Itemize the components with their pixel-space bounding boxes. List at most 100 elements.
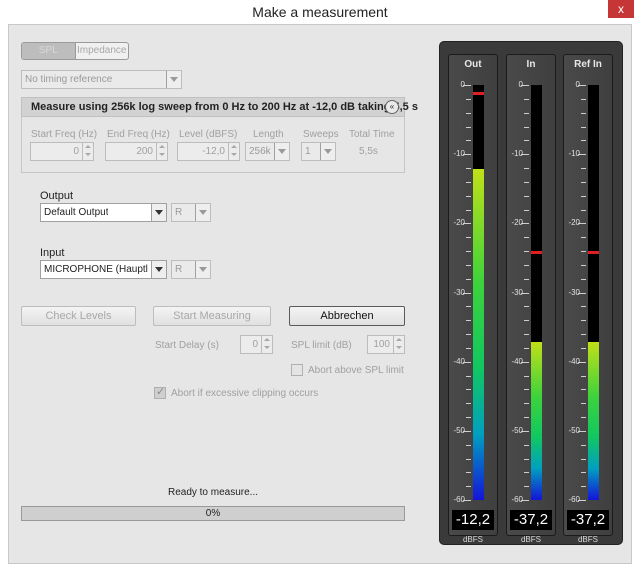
progress-bar: 0% (21, 506, 405, 521)
meter-tick (581, 320, 586, 322)
mode-impedance-option[interactable]: Impedance (76, 43, 129, 59)
meter-tick (581, 98, 586, 100)
abort-above-spl-checkbox[interactable] (291, 364, 303, 376)
level-input[interactable]: -12,0 (177, 142, 240, 161)
sweeps-label: Sweeps (303, 129, 339, 140)
meter-ref-in-readout: -37,2 (567, 510, 609, 530)
meter-scale: 0 -10 -20 -30 -40 -50 -60 (451, 79, 471, 510)
input-device-select[interactable]: MICROPHONE (Hauptlau... (40, 260, 167, 279)
mode-toggle[interactable]: SPL Impedance (21, 42, 129, 60)
peak-marker (588, 251, 599, 254)
start-freq-label: Start Freq (Hz) (31, 129, 98, 140)
end-freq-label: End Freq (Hz) (107, 129, 170, 140)
meter-tick (581, 375, 586, 377)
meter-tick-label: -40 (453, 356, 465, 366)
meter-tick (466, 278, 471, 280)
meter-tick (581, 306, 586, 308)
meter-tick (581, 458, 586, 460)
timing-reference-select[interactable]: No timing reference (21, 70, 182, 89)
meter-tick (524, 347, 529, 349)
progress-label: 0% (205, 508, 221, 519)
level-label: Level (dBFS) (179, 129, 238, 140)
meter-tick (581, 334, 586, 335)
output-channel-select[interactable]: R (171, 203, 211, 222)
output-channel-value: R (175, 207, 183, 218)
sweeps-select[interactable]: 1 (301, 142, 336, 161)
input-channel-select[interactable]: R (171, 260, 211, 279)
meter-tick (466, 237, 471, 239)
check-levels-button[interactable]: Check Levels (21, 306, 136, 326)
meter-fill (473, 169, 484, 500)
meter-tick-label: -60 (453, 495, 465, 504)
meter-tick (524, 209, 529, 211)
abort-clipping-checkbox[interactable] (154, 385, 166, 399)
start-freq-value: 0 (73, 146, 79, 157)
meter-out: Out 0 -10 -20 -30 -40 -50 -60 -12,2 dBFS (448, 54, 498, 544)
start-measuring-button[interactable]: Start Measuring (153, 306, 271, 326)
spinner-arrows-icon[interactable] (82, 143, 93, 160)
start-delay-input[interactable]: 0 (240, 335, 273, 354)
meter-tick (466, 181, 471, 183)
meter-tick (466, 334, 471, 335)
meter-tick (466, 126, 471, 128)
input-device-value: MICROPHONE (Hauptlau... (44, 264, 148, 275)
spl-limit-label: SPL limit (dB) (291, 340, 352, 351)
meter-tick-label: -30 (568, 287, 580, 297)
length-value: 256k (249, 146, 271, 157)
total-time-label: Total Time (349, 129, 395, 140)
spinner-arrows-icon[interactable] (156, 143, 167, 160)
meter-tick (524, 403, 529, 405)
meter-tick (466, 403, 471, 405)
meter-tick-label: 0 (575, 80, 580, 89)
peak-marker (473, 91, 484, 95)
title-bar: Make a measurement x (0, 0, 640, 24)
length-label: Length (253, 129, 284, 140)
meter-tick (581, 126, 586, 128)
meter-tick-label: -20 (511, 218, 523, 228)
level-meters-panel: Out 0 -10 -20 -30 -40 -50 -60 -12,2 dBFS In 0 -… (439, 41, 623, 545)
meter-tick (581, 264, 586, 266)
meter-tick (466, 444, 471, 446)
meter-tick (466, 458, 471, 460)
spinner-arrows-icon[interactable] (261, 336, 272, 353)
meter-tick (466, 98, 471, 100)
meter-tick (524, 264, 529, 266)
meter-tick (524, 486, 529, 488)
length-select[interactable]: 256k (245, 142, 290, 161)
meter-tick (524, 126, 529, 128)
meter-tick-label: -10 (511, 149, 523, 159)
meter-tick-label: -50 (511, 425, 523, 435)
mode-spl-option[interactable]: SPL (22, 43, 76, 59)
cancel-button[interactable]: Abbrechen (289, 306, 405, 326)
dialog-body: SPL Impedance No timing reference Measur… (8, 24, 632, 564)
meter-bar (531, 85, 542, 500)
meter-tick (524, 306, 529, 308)
chevron-down-icon (166, 71, 181, 88)
meter-tick (466, 375, 471, 377)
close-button[interactable]: x (608, 0, 634, 18)
meter-tick-label: -40 (568, 356, 580, 366)
meter-tick (466, 320, 471, 322)
meter-ref-in: Ref In 0 -10 -20 -30 -40 -50 -60 -37,2 dBFS (563, 54, 613, 544)
output-device-select[interactable]: Default Output (40, 203, 167, 222)
end-freq-value: 200 (136, 146, 153, 157)
meter-tick (466, 264, 471, 266)
meter-tick-label: -50 (568, 425, 580, 435)
meter-tick (466, 389, 471, 391)
meter-unit: dBFS (520, 535, 541, 544)
end-freq-input[interactable]: 200 (105, 142, 168, 161)
meter-tick (524, 237, 529, 239)
collapse-icon[interactable]: « (385, 100, 399, 114)
sweep-description: Measure using 256k log sweep from 0 Hz t… (31, 101, 418, 113)
spinner-arrows-icon[interactable] (393, 336, 404, 353)
meter-out-name: Out (464, 59, 482, 70)
spinner-arrows-icon[interactable] (228, 143, 239, 160)
start-freq-input[interactable]: 0 (30, 142, 94, 161)
spl-limit-input[interactable]: 100 (367, 335, 405, 354)
meter-tick (524, 444, 529, 446)
peak-marker (531, 251, 542, 254)
status-text: Ready to measure... (167, 487, 259, 498)
meter-tick (581, 417, 586, 418)
meter-tick-label: -60 (568, 495, 580, 504)
meter-scale: 0 -10 -20 -30 -40 -50 -60 (509, 79, 529, 510)
